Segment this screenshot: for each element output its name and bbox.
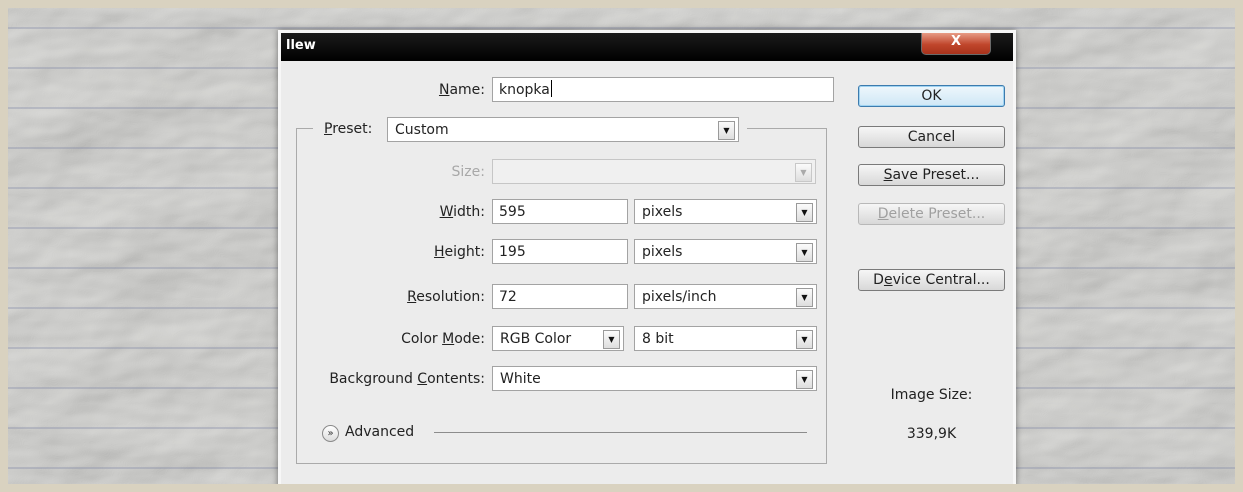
resolution-input[interactable]: 72	[492, 284, 628, 309]
width-input[interactable]: 595	[492, 199, 628, 224]
chevron-down-icon[interactable]: ▼	[796, 330, 813, 349]
save-preset-button[interactable]: Save Preset...	[858, 164, 1005, 186]
preset-group-border-top-left	[296, 128, 313, 129]
background-image: llew X Name: knopka Preset: Custom ▼ Siz…	[8, 8, 1235, 484]
bit-depth-select[interactable]: 8 bit ▼	[634, 326, 817, 351]
size-label: Size:	[451, 164, 485, 180]
dialog-title: llew	[286, 38, 316, 53]
chevron-down-icon[interactable]: ▼	[718, 121, 735, 140]
height-input[interactable]: 195	[492, 239, 628, 264]
cancel-button[interactable]: Cancel	[858, 126, 1005, 148]
preset-group-border-bottom	[296, 463, 827, 464]
new-document-dialog: llew X Name: knopka Preset: Custom ▼ Siz…	[278, 30, 1016, 484]
preset-group-border-left	[296, 128, 297, 463]
close-button[interactable]: X	[921, 33, 991, 55]
title-bar: llew X	[281, 33, 1013, 61]
chevron-down-icon[interactable]: ▼	[796, 288, 813, 307]
preset-group-border-right	[826, 128, 827, 463]
preset-label: Preset:	[321, 119, 389, 139]
color-mode-select[interactable]: RGB Color ▼	[492, 326, 624, 351]
height-unit-select[interactable]: pixels ▼	[634, 239, 817, 264]
size-select: ▼	[492, 159, 816, 184]
resolution-label: Resolution:	[407, 289, 485, 305]
expand-advanced-icon[interactable]: »	[322, 425, 339, 442]
name-input[interactable]: knopka	[492, 77, 834, 102]
text-cursor	[550, 80, 552, 97]
chevron-down-icon[interactable]: ▼	[796, 203, 813, 222]
width-label: Width:	[439, 204, 485, 220]
advanced-divider	[434, 432, 807, 433]
chevron-down-icon[interactable]: ▼	[796, 243, 813, 262]
chevron-down-icon: ▼	[795, 163, 812, 182]
preset-select[interactable]: Custom ▼	[387, 117, 739, 142]
height-label: Height:	[434, 244, 485, 260]
advanced-label: Advanced	[345, 424, 415, 440]
image-size-value: 339,9K	[906, 426, 957, 442]
background-contents-select[interactable]: White ▼	[492, 366, 817, 391]
ok-button[interactable]: OK	[858, 85, 1005, 107]
delete-preset-button: Delete Preset...	[858, 203, 1005, 225]
chevron-down-icon[interactable]: ▼	[796, 370, 813, 389]
name-label: Name:	[438, 82, 485, 98]
color-mode-label: Color Mode:	[401, 331, 485, 347]
background-contents-label: Background Contents:	[329, 371, 485, 387]
preset-group-border-top-right	[747, 128, 827, 129]
device-central-button[interactable]: Device Central...	[858, 269, 1005, 291]
resolution-unit-select[interactable]: pixels/inch ▼	[634, 284, 817, 309]
chevron-down-icon[interactable]: ▼	[603, 330, 620, 349]
image-size-label: Image Size:	[890, 387, 973, 403]
width-unit-select[interactable]: pixels ▼	[634, 199, 817, 224]
